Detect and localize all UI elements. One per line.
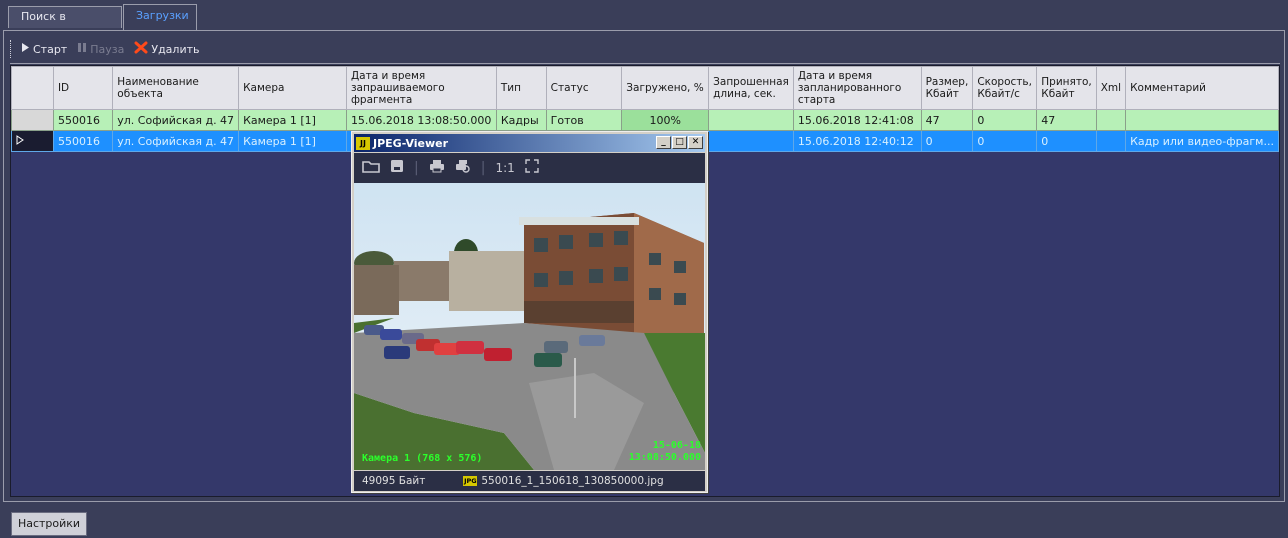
cell-requested-length[interactable] bbox=[708, 130, 794, 152]
col-object[interactable]: Наименование объекта bbox=[112, 66, 240, 110]
cell-received[interactable]: 0 bbox=[1036, 130, 1097, 152]
delete-button[interactable]: Удалить bbox=[131, 38, 202, 60]
overlay-time: 13:08:50.000 bbox=[628, 452, 701, 463]
pause-icon bbox=[77, 42, 87, 56]
cell-size[interactable]: 0 bbox=[920, 130, 974, 152]
toolbar-grip[interactable] bbox=[10, 40, 14, 58]
cell-planned-start[interactable]: 15.06.2018 12:41:08 bbox=[792, 109, 922, 131]
toolbar-divider-1: | bbox=[414, 160, 419, 176]
col-status[interactable]: Статус bbox=[545, 66, 623, 110]
table-header-row: ID Наименование объекта Камера Дата и вр… bbox=[11, 66, 1279, 110]
maximize-button[interactable]: □ bbox=[672, 136, 687, 149]
play-icon bbox=[21, 42, 30, 56]
cell-requested-length[interactable] bbox=[708, 109, 794, 131]
cell-comment[interactable]: Кадр или видео-фрагм... bbox=[1125, 130, 1279, 152]
cell-speed[interactable]: 0 bbox=[972, 109, 1038, 131]
cell-status[interactable]: Готов bbox=[545, 109, 623, 131]
jpg-file-icon: JPG bbox=[463, 476, 478, 486]
cell-planned-start[interactable]: 15.06.2018 12:40:12 bbox=[792, 130, 922, 152]
fit-screen-icon[interactable] bbox=[525, 159, 539, 177]
col-xml[interactable]: Xml bbox=[1095, 66, 1127, 110]
cell-size[interactable]: 47 bbox=[920, 109, 974, 131]
viewer-statusbar: 49095 Байт JPG 550016_1_150618_130850000… bbox=[354, 471, 705, 491]
cell-camera[interactable]: Камера 1 [1] bbox=[238, 130, 347, 152]
save-icon[interactable] bbox=[390, 159, 404, 177]
window-buttons: _ □ ✕ bbox=[655, 136, 703, 149]
camera-frame-image: Камера 1 (768 x 576) 15-06-18 13:08:50.0… bbox=[354, 183, 705, 470]
camera-overlay-label: Камера 1 (768 x 576) bbox=[362, 453, 483, 464]
viewer-titlebar[interactable]: JJ JPEG-Viewer _ □ ✕ bbox=[354, 134, 705, 152]
cell-camera[interactable]: Камера 1 [1] bbox=[238, 109, 347, 131]
viewer-title: JPEG-Viewer bbox=[373, 136, 449, 150]
toolbar-divider-2: | bbox=[480, 160, 486, 176]
delete-label: Удалить bbox=[151, 42, 200, 56]
tab-downloads[interactable]: Загрузки bbox=[123, 4, 197, 30]
cell-xml[interactable] bbox=[1095, 109, 1127, 131]
cell-loaded[interactable]: 100% bbox=[621, 109, 710, 131]
overlay-date: 15-06-18 bbox=[652, 440, 701, 451]
start-label: Старт bbox=[33, 42, 68, 56]
table-row[interactable]: 550016 ул. Софийская д. 47 Камера 1 [1] … bbox=[11, 109, 1279, 131]
cell-received[interactable]: 47 bbox=[1036, 109, 1097, 131]
open-folder-icon[interactable] bbox=[362, 159, 380, 177]
current-row-arrow-icon bbox=[16, 134, 24, 148]
delete-x-icon bbox=[134, 41, 148, 57]
col-planned-start[interactable]: Дата и время запланированного старта bbox=[792, 66, 922, 110]
zoom-1to1-button[interactable]: 1:1 bbox=[495, 161, 514, 175]
tab-bar: Поиск в архиве Загрузки bbox=[0, 0, 1288, 43]
cell-id[interactable]: 550016 bbox=[52, 130, 114, 152]
jpeg-viewer-window[interactable]: JJ JPEG-Viewer _ □ ✕ | | 1:1 Камера 1 (7… bbox=[351, 131, 708, 493]
file-size-text: 49095 Байт bbox=[362, 475, 426, 487]
pause-button[interactable]: Пауза bbox=[74, 38, 127, 60]
row-header[interactable] bbox=[11, 109, 54, 131]
toolbar-divider bbox=[10, 63, 1280, 64]
cell-object[interactable]: ул. Софийская д. 47 bbox=[112, 130, 240, 152]
row-header-corner bbox=[11, 66, 54, 110]
col-received[interactable]: Принято, Кбайт bbox=[1036, 66, 1097, 110]
jpeg-app-icon: JJ bbox=[356, 136, 370, 150]
row-header-current[interactable] bbox=[11, 130, 54, 152]
cell-id[interactable]: 550016 bbox=[52, 109, 114, 131]
file-name-text: 550016_1_150618_130850000.jpg bbox=[481, 475, 664, 487]
col-type[interactable]: Тип bbox=[495, 66, 547, 110]
viewer-toolbar: | | 1:1 bbox=[354, 153, 705, 183]
print-icon[interactable] bbox=[429, 159, 445, 177]
start-button[interactable]: Старт bbox=[18, 38, 70, 60]
timestamp-overlay: 15-06-18 13:08:50.000 bbox=[629, 440, 701, 464]
close-button[interactable]: ✕ bbox=[688, 136, 703, 149]
col-fragment-time[interactable]: Дата и время запрашиваемого фрагмента bbox=[345, 66, 497, 110]
bottom-bar: Настройки bbox=[3, 502, 1285, 538]
col-comment[interactable]: Комментарий bbox=[1125, 66, 1279, 110]
cell-object[interactable]: ул. Софийская д. 47 bbox=[112, 109, 240, 131]
cell-fragment-time[interactable]: 15.06.2018 13:08:50.000 bbox=[345, 109, 497, 131]
cell-comment[interactable] bbox=[1125, 109, 1279, 131]
print-preview-icon[interactable] bbox=[455, 159, 471, 177]
pause-label: Пауза bbox=[90, 42, 125, 56]
col-camera[interactable]: Камера bbox=[238, 66, 347, 110]
col-id[interactable]: ID bbox=[52, 66, 114, 110]
col-loaded[interactable]: Загружено, % bbox=[621, 66, 710, 110]
toolbar: Старт Пауза Удалить bbox=[10, 37, 202, 61]
col-size[interactable]: Размер, Кбайт bbox=[920, 66, 974, 110]
settings-button[interactable]: Настройки bbox=[11, 512, 87, 536]
minimize-button[interactable]: _ bbox=[656, 136, 671, 149]
col-speed[interactable]: Скорость, Кбайт/с bbox=[972, 66, 1038, 110]
cell-type[interactable]: Кадры bbox=[495, 109, 547, 131]
col-requested-length[interactable]: Запрошенная длина, сек. bbox=[708, 66, 794, 110]
camera-frame-photo bbox=[354, 183, 705, 470]
cell-speed[interactable]: 0 bbox=[972, 130, 1038, 152]
tab-archive-search[interactable]: Поиск в архиве bbox=[8, 6, 122, 43]
cell-xml[interactable] bbox=[1095, 130, 1127, 152]
